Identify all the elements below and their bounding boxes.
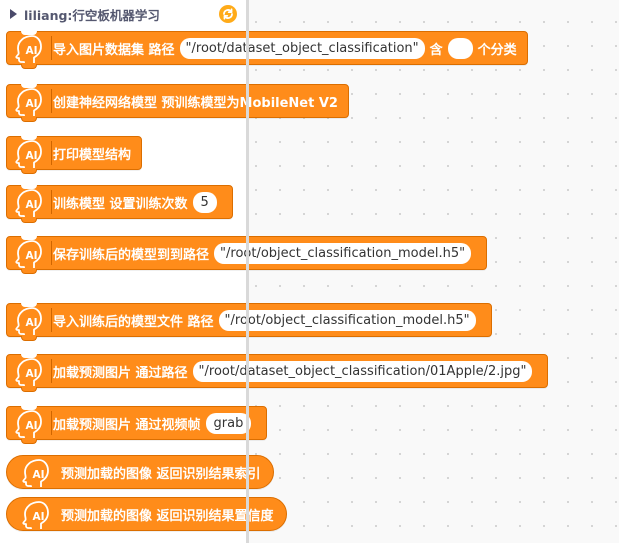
- model-path-value: /root/object_classification_model.h5: [230, 312, 464, 328]
- icon-separator: [51, 190, 52, 214]
- block-label: 预测加载的图像 返回识别结果索引: [61, 466, 261, 482]
- block-label: 导入训练后的模型文件 路径: [53, 314, 214, 330]
- block-label: 预测加载的图像 返回识别结果置信度: [61, 508, 274, 524]
- image-path-input[interactable]: " /root/dataset_object_classification/01…: [192, 360, 533, 382]
- ai-head-icon: [19, 499, 53, 529]
- icon-separator: [51, 308, 52, 332]
- save-path-value: /root/object_classification_model.h5: [226, 245, 460, 261]
- icon-separator: [51, 411, 52, 435]
- block-label: 训练模型 设置训练次数: [53, 196, 188, 212]
- block-label-2: 含: [429, 42, 443, 58]
- quote-close: ": [459, 245, 466, 261]
- ai-head-icon: [12, 356, 46, 386]
- block-train-model[interactable]: 训练模型 设置训练次数 5: [6, 185, 233, 223]
- epochs-input[interactable]: 5: [192, 191, 217, 213]
- block-predict-confidence[interactable]: 预测加载的图像 返回识别结果置信度: [6, 497, 287, 531]
- icon-separator: [51, 36, 52, 60]
- save-path-input[interactable]: " /root/object_classification_model.h5 ": [214, 242, 472, 264]
- block-label: 创建神经网络模型 预训练模型为MobileNet V2: [53, 95, 338, 111]
- icon-separator: [51, 359, 52, 383]
- icon-separator: [51, 241, 52, 265]
- ai-head-icon: [12, 86, 46, 116]
- dataset-path-value: /root/dataset_object_classification: [191, 40, 413, 56]
- ai-head-icon: [12, 408, 46, 438]
- block-label: 打印模型结构: [53, 147, 132, 163]
- block-label: 加载预测图片 通过路径: [53, 365, 188, 381]
- caret-right-icon[interactable]: [10, 9, 17, 19]
- block-label: 导入图片数据集 路径: [53, 42, 175, 58]
- block-load-image-path[interactable]: 加载预测图片 通过路径 " /root/dataset_object_class…: [6, 354, 549, 392]
- quote-close: ": [463, 312, 470, 328]
- block-palette-flyout: liliang:行空板机器学习 导入图片数据集 路径 " /root/datas…: [0, 0, 549, 543]
- block-print-model[interactable]: 打印模型结构: [6, 136, 143, 174]
- ai-head-icon: [12, 187, 46, 217]
- icon-separator: [51, 89, 52, 113]
- block-load-image-frame[interactable]: 加载预测图片 通过视频帧 grab: [6, 406, 268, 444]
- block-label: 保存训练后的模型到到路径: [53, 247, 210, 263]
- block-import-dataset[interactable]: 导入图片数据集 路径 " /root/dataset_object_classi…: [6, 31, 528, 69]
- block-create-model[interactable]: 创建神经网络模型 预训练模型为MobileNet V2: [6, 84, 349, 122]
- model-path-input[interactable]: " /root/object_classification_model.h5 ": [218, 309, 476, 331]
- frame-input[interactable]: grab: [205, 412, 252, 434]
- flyout-scrollbar[interactable]: [246, 0, 249, 543]
- quote-close: ": [412, 40, 419, 56]
- ai-head-icon: [12, 33, 46, 63]
- block-label: 加载预测图片 通过视频帧: [53, 417, 201, 433]
- category-title: liliang:行空板机器学习: [24, 7, 160, 23]
- icon-separator: [51, 141, 52, 165]
- dataset-path-input[interactable]: " /root/dataset_object_classification ": [179, 37, 425, 59]
- ai-head-icon: [12, 305, 46, 335]
- block-predict-index[interactable]: 预测加载的图像 返回识别结果索引: [6, 455, 274, 489]
- image-path-value: /root/dataset_object_classification/01Ap…: [204, 363, 521, 379]
- ai-head-icon: [12, 238, 46, 268]
- quote-close: ": [520, 363, 527, 379]
- block-label-3: 个分类: [477, 42, 517, 58]
- ai-head-icon: [19, 457, 53, 487]
- ai-head-icon: [12, 138, 46, 168]
- refresh-icon[interactable]: [218, 4, 238, 24]
- class-count-input[interactable]: [447, 37, 473, 59]
- category-header[interactable]: liliang:行空板机器学习: [8, 4, 240, 24]
